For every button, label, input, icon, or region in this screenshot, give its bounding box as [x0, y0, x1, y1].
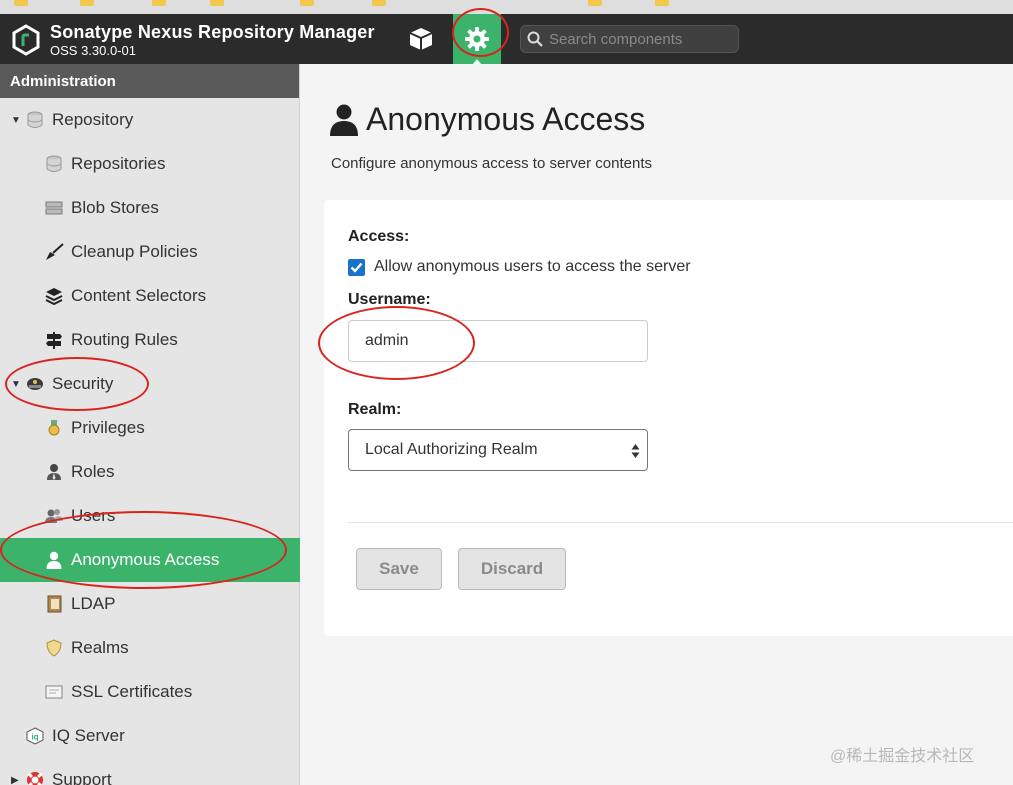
gear-icon	[465, 27, 489, 51]
page-title-text: Anonymous Access	[366, 101, 646, 137]
administration-button[interactable]	[453, 14, 501, 65]
sidebar-item-label: Repository	[52, 110, 134, 129]
sidebar-item-routing-rules[interactable]: Routing Rules	[0, 318, 300, 362]
sidebar-item-label: Privileges	[71, 418, 145, 437]
sidebar-item-label: Blob Stores	[71, 198, 159, 217]
bookmark-folder-icon[interactable]	[655, 0, 669, 6]
sidebar-item-label: Users	[71, 506, 116, 525]
sidebar-item-users[interactable]: Users	[0, 494, 300, 538]
search-icon	[527, 31, 543, 47]
sidebar-item-realms[interactable]: Realms	[0, 626, 300, 670]
sidebar-item-label: Cleanup Policies	[71, 242, 198, 261]
iq-icon: iq	[25, 726, 45, 746]
expand-arrow-icon[interactable]: ▼	[11, 115, 21, 126]
sidebar-item-label: IQ Server	[52, 726, 125, 745]
sidebar-heading: Administration	[0, 64, 299, 98]
app-title: Sonatype Nexus Repository Manager	[50, 22, 375, 42]
signpost-icon	[44, 330, 64, 350]
lifebuoy-icon	[25, 770, 45, 785]
sidebar-item-label: LDAP	[71, 594, 116, 613]
sidebar-item-anonymous-access[interactable]: Anonymous Access	[0, 538, 300, 582]
layers-icon	[44, 286, 64, 306]
sidebar-item-security[interactable]: ▼ Security	[0, 362, 300, 406]
sidebar-item-label: SSL Certificates	[71, 682, 193, 701]
save-button[interactable]: Save	[356, 548, 442, 590]
realm-label: Realm:	[348, 401, 402, 418]
sidebar-item-label: Security	[52, 374, 114, 393]
sidebar-item-label: Routing Rules	[71, 330, 178, 349]
bookmark-folder-icon[interactable]	[14, 0, 28, 6]
select-caret-icon	[631, 444, 640, 458]
user-icon	[330, 104, 358, 136]
access-label: Access:	[348, 228, 410, 245]
expand-arrow-icon[interactable]: ▼	[11, 379, 21, 390]
sidebar-item-blob-stores[interactable]: Blob Stores	[0, 186, 300, 230]
realm-select-value: Local Authorizing Realm	[365, 441, 538, 458]
sidebar-item-content-selectors[interactable]: Content Selectors	[0, 274, 300, 318]
user-tie-icon	[44, 462, 64, 482]
anonymous-access-checkbox[interactable]	[348, 258, 365, 276]
user-icon	[44, 550, 64, 570]
page-description: Configure anonymous access to server con…	[331, 155, 652, 172]
users-icon	[44, 506, 64, 526]
sidebar-item-label: Realms	[71, 638, 129, 657]
checkmark-icon	[350, 262, 363, 273]
sidebar-item-repository[interactable]: ▼ Repository	[0, 98, 300, 142]
watermark: @稀土掘金技术社区	[830, 748, 975, 765]
browse-button[interactable]	[400, 14, 442, 64]
username-label: Username:	[348, 291, 431, 308]
bookmark-folder-icon[interactable]	[80, 0, 94, 6]
sidebar-item-label: Support	[52, 770, 112, 785]
bookmark-folder-icon[interactable]	[372, 0, 386, 6]
database-icon	[44, 154, 64, 174]
sidebar-item-ldap[interactable]: LDAP	[0, 582, 300, 626]
server-icon	[44, 198, 64, 218]
svg-text:iq: iq	[31, 733, 38, 742]
form-divider	[348, 522, 1013, 523]
anonymous-access-checkbox-row[interactable]: Allow anonymous users to access the serv…	[348, 258, 691, 276]
cube-icon	[409, 28, 433, 50]
search-box[interactable]	[520, 25, 739, 53]
search-input[interactable]	[549, 30, 729, 48]
sidebar-item-label: Content Selectors	[71, 286, 207, 305]
sidebar-item-label: Anonymous Access	[71, 550, 220, 569]
discard-button[interactable]: Discard	[458, 548, 566, 590]
anonymous-access-checkbox-label: Allow anonymous users to access the serv…	[374, 258, 691, 275]
shield-icon	[44, 638, 64, 658]
sidebar-item-label: Roles	[71, 462, 115, 481]
app-header: Sonatype Nexus Repository Manager OSS 3.…	[0, 14, 1013, 65]
sidebar-item-support[interactable]: ▶ Support	[0, 758, 300, 785]
realm-select[interactable]: Local Authorizing Realm	[348, 429, 648, 471]
sidebar-item-iq-server[interactable]: iq IQ Server	[0, 714, 300, 758]
certificate-icon	[44, 682, 64, 702]
sidebar-item-label: Repositories	[71, 154, 166, 173]
bookmark-folder-icon[interactable]	[152, 0, 166, 6]
address-book-icon	[44, 594, 64, 614]
medal-icon	[44, 418, 64, 438]
sidebar: Administration ▼ Repository Repositories…	[0, 64, 300, 785]
police-hat-icon	[25, 374, 45, 394]
sidebar-item-roles[interactable]: Roles	[0, 450, 300, 494]
page-title: Anonymous Access	[330, 101, 645, 138]
username-input[interactable]	[348, 320, 648, 362]
bookmark-folder-icon[interactable]	[588, 0, 602, 6]
nexus-logo-icon[interactable]	[11, 24, 41, 56]
sidebar-item-privileges[interactable]: Privileges	[0, 406, 300, 450]
collapse-arrow-icon[interactable]: ▶	[11, 775, 19, 785]
sidebar-item-cleanup-policies[interactable]: Cleanup Policies	[0, 230, 300, 274]
bookmark-folder-icon[interactable]	[210, 0, 224, 6]
app-version: OSS 3.30.0-01	[50, 43, 136, 58]
browser-bookmark-bar	[0, 0, 1013, 14]
broom-icon	[44, 242, 64, 262]
sidebar-item-ssl-certificates[interactable]: SSL Certificates	[0, 670, 300, 714]
database-icon	[25, 110, 45, 130]
sidebar-item-repositories[interactable]: Repositories	[0, 142, 300, 186]
bookmark-folder-icon[interactable]	[300, 0, 314, 6]
